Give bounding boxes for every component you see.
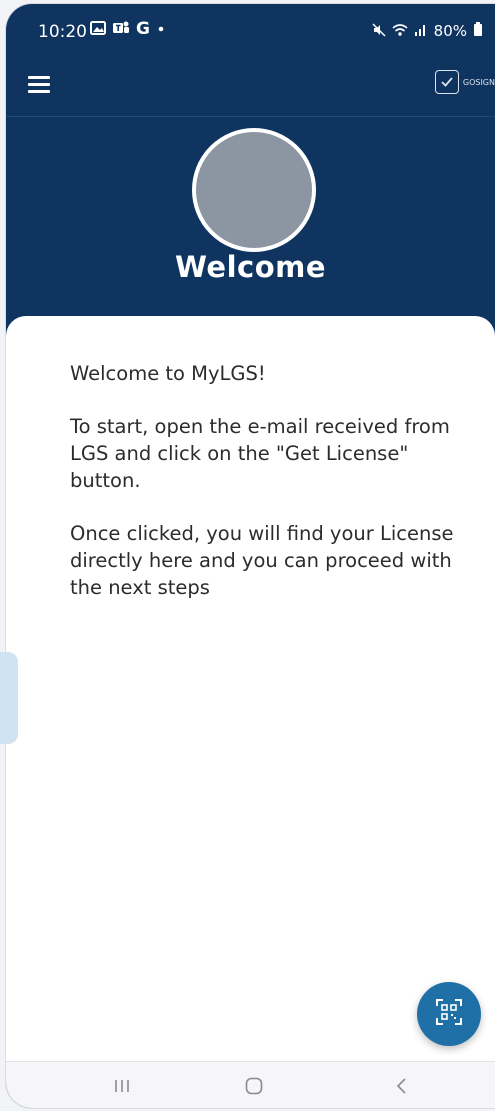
dot-icon [156, 21, 166, 39]
signal-icon [414, 23, 428, 40]
google-icon: G [136, 19, 150, 39]
side-panel-handle[interactable] [0, 652, 18, 744]
welcome-message: Welcome to MyLGS! To start, open the e-m… [70, 360, 470, 627]
brand-label: GOSIGN [462, 77, 495, 87]
recent-apps-icon[interactable] [102, 1070, 142, 1102]
phone-screen: 10:20 G 80% GOSIGN Welcome Welcome to My… [6, 4, 495, 1108]
avatar [192, 128, 316, 252]
qr-scan-icon [436, 999, 462, 1029]
notification-icons: G [90, 20, 166, 39]
qr-scan-button[interactable] [417, 982, 481, 1046]
back-icon[interactable] [382, 1070, 422, 1102]
battery-percent: 80% [433, 22, 467, 40]
system-icons: 80% [372, 22, 483, 40]
teams-icon [112, 20, 130, 39]
next-steps-paragraph: Once clicked, you will find your License… [70, 522, 454, 599]
mute-icon [372, 22, 386, 40]
instructions-paragraph: To start, open the e-mail received from … [70, 415, 450, 492]
status-bar: 10:20 G 80% [6, 4, 495, 60]
checkbox-icon [434, 70, 459, 94]
home-icon[interactable] [234, 1070, 274, 1102]
battery-icon [473, 22, 483, 40]
hamburger-menu-icon[interactable] [28, 76, 50, 98]
wifi-icon [392, 23, 408, 40]
gosign-button[interactable]: GOSIGN [434, 70, 495, 94]
gallery-icon [90, 20, 106, 39]
app-bar: GOSIGN [6, 60, 495, 117]
content-card: Welcome to MyLGS! To start, open the e-m… [6, 316, 495, 1061]
welcome-paragraph: Welcome to MyLGS! [70, 362, 266, 385]
page-title: Welcome [174, 250, 327, 284]
status-time: 10:20 [38, 22, 87, 42]
navigation-bar [6, 1061, 495, 1108]
